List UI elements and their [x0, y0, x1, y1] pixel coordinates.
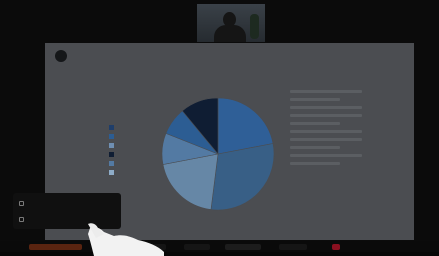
- text-line: [290, 114, 362, 117]
- popup-option[interactable]: [19, 197, 29, 209]
- legend-swatch: [109, 125, 114, 130]
- legend-item: [109, 123, 118, 132]
- legend-swatch: [109, 170, 114, 175]
- video-call-window: [0, 0, 439, 256]
- legend-swatch: [109, 134, 114, 139]
- record-button[interactable]: [332, 244, 340, 250]
- text-line: [290, 98, 341, 101]
- presentation-logo-icon: [55, 50, 67, 62]
- slide-text-block: [290, 90, 362, 170]
- legend-item: [109, 141, 118, 150]
- text-line: [290, 138, 362, 141]
- text-line: [290, 122, 341, 125]
- legend-swatch: [109, 152, 114, 157]
- hand-pointer-icon: [88, 223, 164, 256]
- legend-swatch: [109, 161, 114, 166]
- participant-video-tile[interactable]: [197, 4, 265, 42]
- text-line: [290, 154, 362, 157]
- participant-body: [214, 25, 246, 42]
- chat-button[interactable]: [225, 244, 261, 250]
- text-line: [290, 130, 362, 133]
- legend-item: [109, 159, 118, 168]
- text-line: [290, 162, 341, 165]
- legend-item: [109, 168, 118, 177]
- window-icon: [19, 200, 24, 206]
- meeting-control-bar: [0, 241, 439, 252]
- reactions-button[interactable]: [279, 244, 307, 250]
- chart-legend: [109, 123, 118, 177]
- participants-button[interactable]: [184, 244, 210, 250]
- legend-item: [109, 132, 118, 141]
- legend-item: [109, 150, 118, 159]
- popup-option[interactable]: [19, 213, 29, 225]
- text-line: [290, 146, 341, 149]
- pie-chart: [161, 97, 275, 211]
- text-line: [290, 106, 362, 109]
- share-screen-button[interactable]: [29, 244, 82, 250]
- pie-slice: [210, 143, 275, 211]
- legend-swatch: [109, 143, 114, 148]
- screen-icon: [19, 216, 24, 222]
- background-plant: [250, 14, 259, 39]
- text-line: [290, 90, 362, 93]
